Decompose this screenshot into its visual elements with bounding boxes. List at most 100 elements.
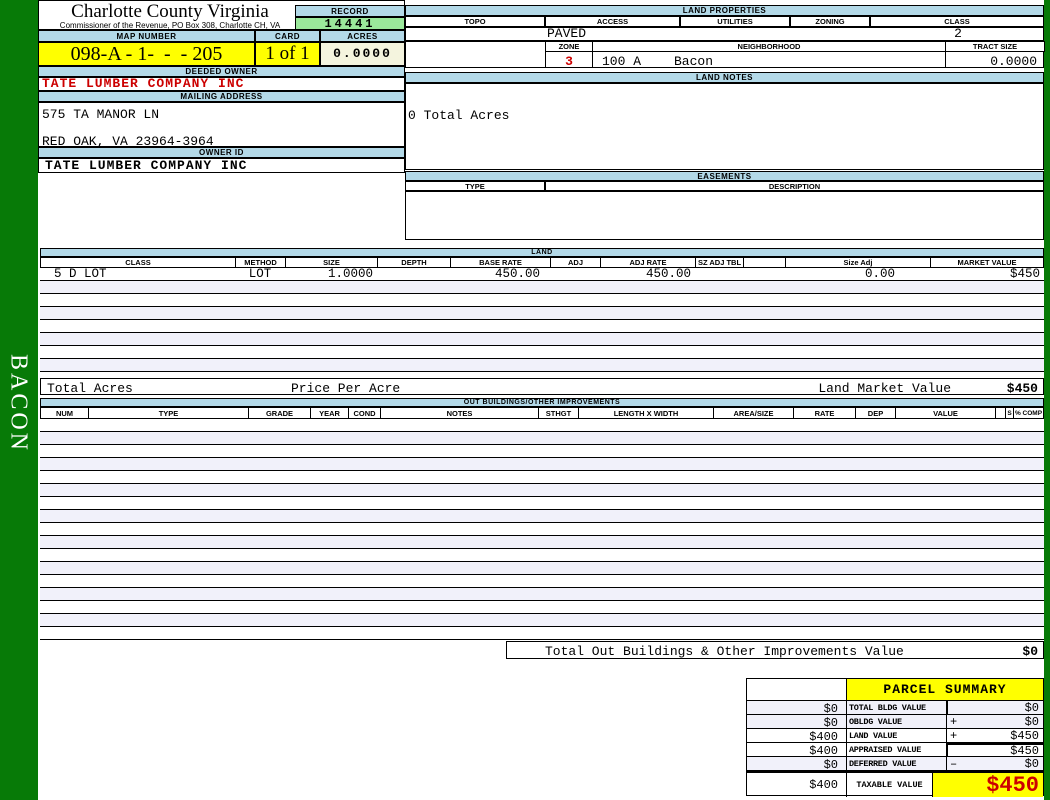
land-notes-text: 0 Total Acres: [408, 108, 510, 123]
land-market-value: $450: [1006, 381, 1038, 396]
empty-row: [40, 588, 1044, 601]
empty-row: [40, 484, 1044, 497]
land-empty-rows: [40, 281, 1044, 372]
empty-row: [40, 627, 1044, 640]
prior-taxable: $400: [747, 773, 847, 797]
value-taxable: $450: [933, 773, 1043, 798]
land-cell-class: 5 D LOT: [54, 268, 107, 280]
land-cell-adj-rate: 450.00: [645, 268, 691, 280]
out-buildings-header-row: NUM TYPE GRADE YEAR COND NOTES STHGT LEN…: [40, 407, 1044, 419]
label-obldg: OBLDG VALUE: [847, 715, 947, 728]
land-cell-depth: [377, 268, 450, 280]
land-market-value-label: Land Market Value: [818, 381, 951, 396]
op-obldg: +: [950, 714, 958, 729]
ob-col-pct-comp: % COMP: [1013, 407, 1044, 419]
land-properties-title: LAND PROPERTIES: [405, 5, 1044, 16]
price-per-acre-label: Price Per Acre: [291, 381, 401, 396]
empty-row: [40, 523, 1044, 536]
out-buildings-title: OUT BUILDINGS/OTHER IMPROVEMENTS: [40, 398, 1044, 407]
zone-value: 3: [565, 54, 573, 69]
prior-land: $400: [747, 729, 847, 744]
empty-row: [40, 510, 1044, 523]
left-district-bar: BACON: [0, 0, 38, 800]
record-value: 14441: [295, 17, 405, 30]
card-value: 1 of 1: [255, 42, 320, 66]
topo-header: TOPO: [405, 16, 545, 27]
land-col-method: METHOD: [235, 257, 285, 268]
parcel-summary-header-row: PARCEL SUMMARY: [747, 679, 1043, 701]
land-table-title: LAND: [40, 248, 1044, 257]
parcel-summary-title: PARCEL SUMMARY: [847, 679, 1043, 700]
prior-appraised: $400: [747, 743, 847, 758]
land-col-size-adj: Size Adj: [785, 257, 930, 268]
land-totals-row: Total Acres Price Per Acre Land Market V…: [40, 378, 1044, 396]
land-properties-values: PAVED 2: [405, 27, 1044, 41]
zone-label: ZONE: [545, 41, 593, 52]
empty-row: [40, 333, 1044, 346]
empty-row: [40, 614, 1044, 627]
district-name-vertical: BACON: [5, 353, 32, 453]
land-col-sz-adj-tbl: SZ ADJ TBL: [695, 257, 743, 268]
neighborhood-name: Bacon: [674, 54, 714, 69]
summary-row-total-bldg: $0 TOTAL BLDG VALUE $0: [747, 701, 1043, 716]
easements-title: EASEMENTS: [405, 171, 1044, 181]
label-taxable: TAXABLE VALUE: [847, 773, 933, 797]
ob-col-year: YEAR: [310, 407, 348, 419]
zone-box: ZONE NEIGHBORHOOD TRACT SIZE 3 100 A Bac…: [405, 41, 1045, 69]
empty-row: [40, 536, 1044, 549]
acres-value: 0.0000: [320, 42, 405, 66]
prior-deferred: $0: [747, 757, 847, 772]
prior-total-bldg: $0: [747, 701, 847, 716]
county-title: Charlotte County Virginia: [71, 1, 269, 22]
summary-row-deferred: $0 DEFERRED VALUE – $0: [747, 757, 1043, 772]
card-label: CARD: [255, 30, 320, 42]
summary-row-taxable: $400 TAXABLE VALUE $450: [747, 771, 1043, 798]
class-value: 2: [954, 26, 962, 41]
ob-col-sthgt: STHGT: [538, 407, 578, 419]
out-buildings-empty-rows: [40, 419, 1044, 640]
land-col-depth: DEPTH: [377, 257, 450, 268]
label-deferred: DEFERRED VALUE: [847, 757, 947, 770]
empty-row: [40, 320, 1044, 333]
easements-box: [405, 191, 1044, 240]
label-land: LAND VALUE: [847, 729, 947, 742]
empty-row: [40, 445, 1044, 458]
tract-size-value: 0.0000: [990, 54, 1037, 69]
label-total-bldg: TOTAL BLDG VALUE: [847, 701, 947, 714]
ob-col-s: S: [1005, 407, 1013, 419]
land-cell-base-rate: 450.00: [494, 268, 540, 280]
record-label: RECORD: [295, 5, 405, 17]
summary-row-land: $400 LAND VALUE + $450: [747, 729, 1043, 744]
prior-obldg: $0: [747, 715, 847, 730]
ob-col-blank: [995, 407, 1005, 419]
mailing-address-label: MAILING ADDRESS: [38, 91, 405, 102]
land-cell-market-value: $450: [1009, 268, 1040, 280]
easement-type-header: TYPE: [405, 181, 545, 191]
empty-row: [40, 281, 1044, 294]
empty-row: [40, 307, 1044, 320]
label-appraised: APPRAISED VALUE: [847, 743, 947, 756]
out-buildings-total-row: Total Out Buildings & Other Improvements…: [506, 641, 1044, 659]
land-cell-adj: [550, 268, 600, 280]
empty-row: [40, 419, 1044, 432]
ob-col-value: VALUE: [895, 407, 995, 419]
commissioner-subtitle: Commissioner of the Revenue, PO Box 308,…: [59, 21, 281, 30]
land-cell-size: 1.0000: [327, 268, 373, 280]
land-notes-box: 0 Total Acres: [405, 83, 1044, 170]
property-record-card: BACON Charlotte County Virginia Commissi…: [0, 0, 1050, 800]
land-col-market-value: MARKET VALUE: [930, 257, 1044, 268]
total-acres-label: Total Acres: [47, 381, 133, 396]
land-table-header-row: CLASS METHOD SIZE DEPTH BASE RATE ADJ AD…: [40, 257, 1044, 268]
easement-description-header: DESCRIPTION: [545, 181, 1044, 191]
right-border-bar: [1044, 0, 1050, 800]
land-col-adj-rate: ADJ RATE: [600, 257, 695, 268]
mailing-address-box: 575 TA MANOR LN RED OAK, VA 23964-3964: [38, 102, 405, 149]
land-col-size: SIZE: [285, 257, 377, 268]
ob-col-num: NUM: [40, 407, 88, 419]
empty-row: [40, 359, 1044, 372]
neighborhood-code: 100 A: [602, 54, 642, 69]
empty-row: [40, 458, 1044, 471]
ob-col-type: TYPE: [88, 407, 248, 419]
empty-row: [40, 575, 1044, 588]
access-value: PAVED: [547, 26, 587, 41]
